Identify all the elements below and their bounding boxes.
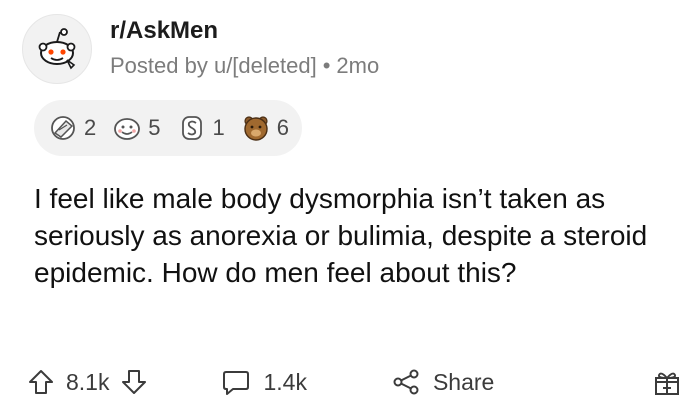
award-wholesome[interactable]: 5 (112, 113, 161, 143)
subreddit-name[interactable]: r/AskMen (110, 16, 379, 46)
award-count: 2 (84, 115, 97, 140)
award-count: 6 (276, 115, 289, 140)
gift-icon (655, 372, 679, 395)
snoo-icon (38, 28, 76, 70)
meta-separator: • (322, 53, 331, 78)
award-count: 5 (148, 115, 161, 140)
award-bear[interactable]: 6 (241, 113, 289, 143)
silver-award-icon (181, 116, 202, 140)
upvote-arrow-icon[interactable] (26, 367, 56, 397)
facepalm-award-icon (51, 116, 75, 140)
comment-bubble-icon (223, 371, 250, 395)
award-silver[interactable]: 1 (177, 113, 225, 143)
post-age: 2mo (336, 53, 380, 78)
awards-bar[interactable]: 2 5 1 6 (34, 100, 302, 156)
subreddit-avatar[interactable] (22, 14, 92, 84)
share-label: Share (432, 368, 495, 395)
post-header: r/AskMen Posted by u/[deleted] • 2mo (22, 14, 379, 84)
vote-count: 8.1k (66, 368, 110, 395)
post-meta: Posted by u/[deleted] • 2mo (110, 52, 379, 80)
share-icon (393, 369, 419, 395)
award-count: 1 (212, 115, 225, 140)
bear-award-icon (244, 116, 268, 141)
award-facepalm[interactable]: 2 (48, 113, 96, 143)
wholesome-award-icon (114, 118, 141, 140)
post-title[interactable]: I feel like male body dysmorphia isn’t t… (34, 180, 674, 291)
vote-controls: 8.1k (26, 367, 149, 397)
downvote-arrow-icon[interactable] (119, 367, 149, 397)
posted-by[interactable]: Posted by u/[deleted] (110, 53, 317, 78)
award-gift-button[interactable] (652, 367, 682, 397)
share-button[interactable]: Share (391, 367, 494, 397)
comment-count: 1.4k (263, 368, 307, 395)
post-actions-bar: 8.1k 1.4k Share (26, 360, 686, 404)
comments-button[interactable]: 1.4k (221, 367, 307, 397)
